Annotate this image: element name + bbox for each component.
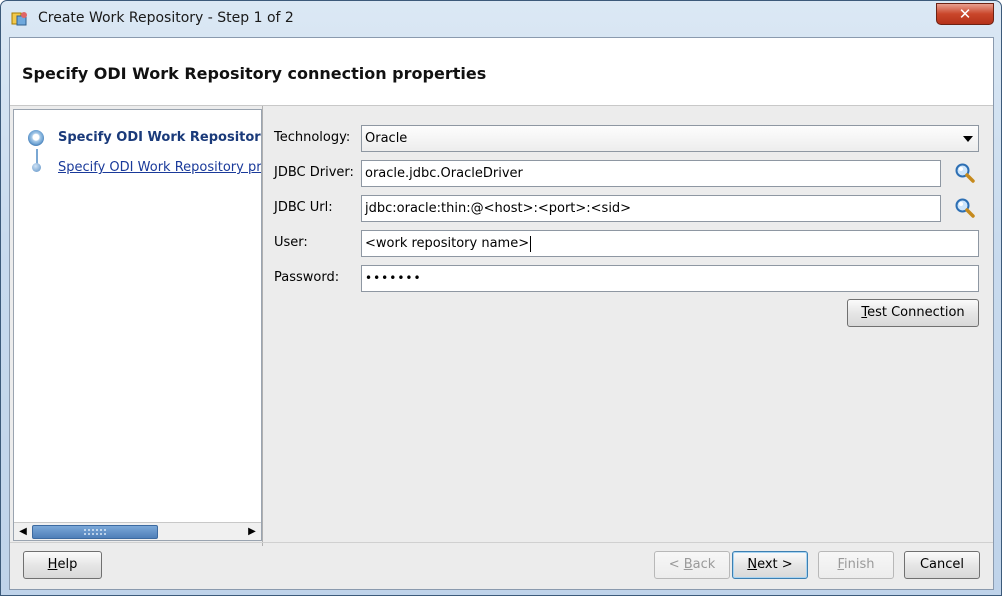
odi-app-icon: [11, 11, 29, 27]
window-title: Create Work Repository - Step 1 of 2: [38, 10, 294, 26]
nav-step-link[interactable]: Specify ODI Work Repository prop: [58, 160, 261, 175]
footer-separator: [10, 542, 993, 543]
jdbc-url-label: JDBC Url:: [274, 200, 333, 215]
scroll-grip-icon: [83, 528, 107, 536]
step-navigation: Specify ODI Work Repository Specify ODI …: [13, 109, 262, 541]
technology-select[interactable]: Oracle: [361, 125, 979, 152]
close-icon: ✕: [958, 5, 972, 23]
scroll-thumb[interactable]: [32, 525, 158, 539]
step-icon: [32, 163, 41, 172]
dialog-client-area: Specify ODI Work Repository connection p…: [9, 37, 994, 590]
current-step-icon: [28, 130, 44, 146]
cancel-button[interactable]: Cancel: [904, 551, 980, 579]
jdbc-url-input[interactable]: jdbc:oracle:thin:@<host>:<port>:<sid>: [361, 195, 941, 222]
magnifier-icon: [955, 198, 975, 218]
horizontal-scrollbar[interactable]: ◀ ▶: [14, 522, 261, 540]
text-cursor: [530, 235, 532, 252]
user-value: <work repository name>: [365, 236, 530, 251]
dialog-window: Create Work Repository - Step 1 of 2 ✕ S…: [0, 0, 1002, 596]
user-label: User:: [274, 235, 308, 250]
jdbc-driver-input[interactable]: oracle.jdbc.OracleDriver: [361, 160, 941, 187]
chevron-down-icon: [963, 136, 973, 142]
page-title: Specify ODI Work Repository connection p…: [22, 64, 487, 83]
nav-step-properties[interactable]: Specify ODI Work Repository prop: [14, 157, 261, 183]
search-url-button[interactable]: [954, 197, 976, 219]
finish-button[interactable]: Finish: [818, 551, 894, 579]
help-button[interactable]: Help: [23, 551, 102, 579]
nav-step-label: Specify ODI Work Repository: [58, 130, 261, 145]
next-button[interactable]: Next >: [732, 551, 808, 579]
technology-label: Technology:: [274, 130, 351, 145]
test-connection-button[interactable]: Test Connection: [847, 299, 979, 327]
jdbc-driver-label: JDBC Driver:: [274, 165, 354, 180]
scroll-right-icon[interactable]: ▶: [244, 524, 260, 540]
page-header: Specify ODI Work Repository connection p…: [10, 38, 993, 106]
panel-splitter[interactable]: [262, 106, 263, 546]
scroll-left-icon[interactable]: ◀: [15, 524, 31, 540]
close-button[interactable]: ✕: [936, 3, 994, 25]
title-bar[interactable]: Create Work Repository - Step 1 of 2 ✕: [1, 1, 1001, 37]
back-button[interactable]: < Back: [654, 551, 730, 579]
jdbc-url-value: jdbc:oracle:thin:@<host>:<port>:<sid>: [365, 201, 632, 216]
password-value: •••••••: [365, 271, 422, 285]
search-driver-button[interactable]: [954, 162, 976, 184]
jdbc-driver-value: oracle.jdbc.OracleDriver: [365, 166, 523, 181]
technology-value: Oracle: [365, 131, 408, 146]
password-label: Password:: [274, 270, 340, 285]
user-input[interactable]: <work repository name>: [361, 230, 979, 257]
nav-step-connection[interactable]: Specify ODI Work Repository: [14, 127, 261, 153]
password-input[interactable]: •••••••: [361, 265, 979, 292]
magnifier-icon: [955, 163, 975, 183]
